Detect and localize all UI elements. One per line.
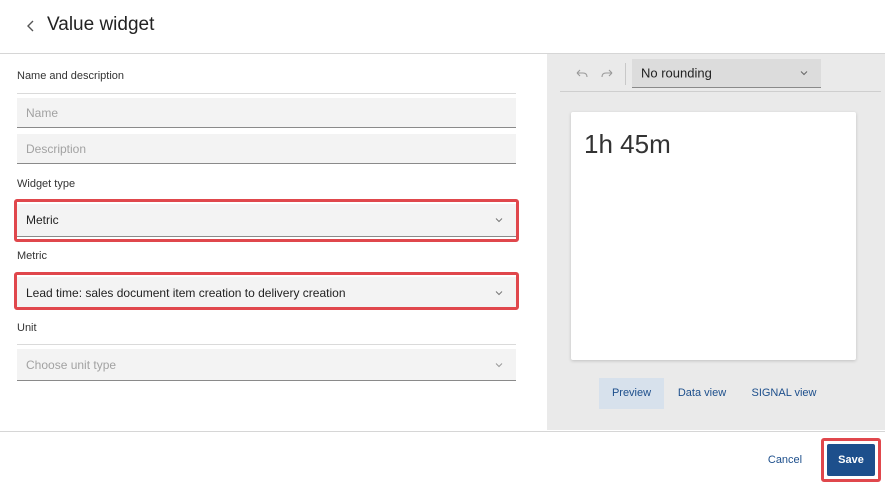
tab-data-view[interactable]: Data view (668, 378, 736, 409)
unit-select[interactable]: Choose unit type (17, 349, 516, 381)
chevron-down-icon (495, 291, 503, 296)
page-title: Value widget (47, 14, 155, 35)
description-field-wrapper (17, 134, 516, 164)
unit-label: Unit (17, 322, 37, 334)
redo-icon[interactable] (599, 66, 615, 82)
metric-select[interactable]: Lead time: sales document item creation … (17, 277, 516, 310)
toolbar-divider (625, 63, 626, 85)
name-description-label: Name and description (17, 70, 125, 82)
rounding-value: No rounding (641, 65, 712, 81)
chevron-down-icon (495, 218, 503, 223)
widget-type-select[interactable]: Metric (17, 204, 516, 237)
preview-card: 1h 45m (571, 112, 856, 360)
toolbar-divider (560, 91, 881, 92)
widget-type-label: Widget type (17, 178, 76, 190)
chevron-left-icon (27, 20, 34, 32)
undo-icon[interactable] (574, 66, 590, 82)
metric-label: Metric (17, 250, 47, 262)
description-input[interactable] (17, 134, 516, 163)
header: Value widget (0, 0, 885, 54)
tab-signal-view[interactable]: SIGNAL view (744, 378, 824, 409)
chevron-down-icon (495, 362, 503, 367)
tab-preview[interactable]: Preview (599, 378, 664, 409)
chevron-down-icon (800, 71, 808, 76)
divider (17, 344, 516, 345)
widget-value: 1h 45m (584, 129, 671, 159)
widget-type-value: Metric (26, 213, 59, 227)
name-input[interactable] (17, 98, 516, 127)
footer-divider (0, 431, 885, 432)
name-field-wrapper (17, 98, 516, 128)
metric-value: Lead time: sales document item creation … (26, 286, 346, 300)
save-button[interactable]: Save (827, 444, 875, 476)
cancel-button[interactable]: Cancel (752, 444, 818, 476)
unit-placeholder: Choose unit type (26, 357, 117, 372)
back-button[interactable] (22, 13, 42, 39)
rounding-select[interactable]: No rounding (632, 59, 821, 88)
divider (17, 93, 516, 94)
preview-panel: No rounding 1h 45m Preview Data view SIG… (547, 54, 885, 430)
